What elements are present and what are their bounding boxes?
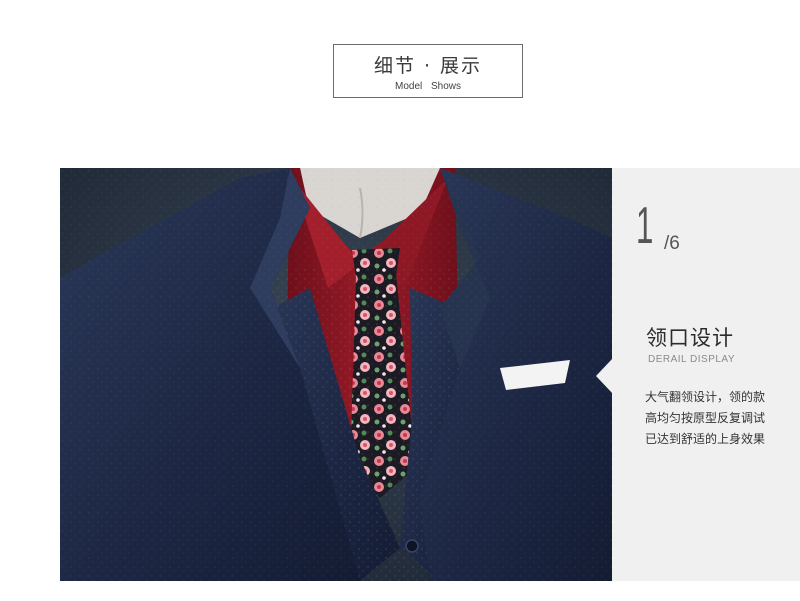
section-title-box: 细节 · 展示 Model Shows	[333, 44, 523, 98]
description-line: 大气翻领设计，领的款	[645, 390, 766, 404]
product-detail-photo	[60, 168, 612, 581]
description-line: 高均匀按原型反复调试	[645, 411, 766, 425]
section-subtitle: Model Shows	[394, 81, 462, 92]
detail-title: 领口设计	[646, 326, 734, 350]
page-indicator-current: 1	[636, 197, 654, 255]
section-title: 细节 · 展示	[373, 55, 483, 77]
detail-subtitle: DERAIL DISPLAY	[648, 354, 736, 365]
detail-description: 大气翻领设计，领的款 高均匀按原型反复调试 已达到舒适的上身效果	[645, 387, 795, 450]
panel-pointer	[596, 358, 613, 394]
page-indicator-total: /6	[664, 233, 680, 254]
description-line: 已达到舒适的上身效果	[645, 432, 766, 446]
